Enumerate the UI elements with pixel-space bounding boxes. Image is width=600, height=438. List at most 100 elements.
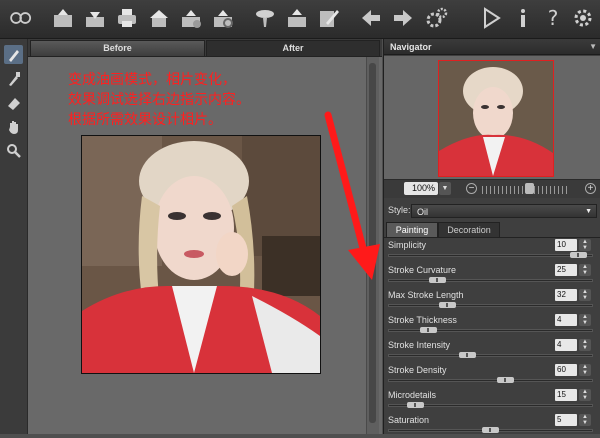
param-value-field[interactable]: 15 bbox=[555, 389, 577, 401]
stepper-icon[interactable]: ▲ ▼ bbox=[579, 314, 591, 326]
tab-decoration[interactable]: Decoration bbox=[438, 222, 500, 238]
param-label: Stroke Density bbox=[388, 365, 447, 375]
main-toolbar: ? bbox=[0, 0, 600, 39]
settings-icon[interactable] bbox=[210, 5, 236, 31]
edit-icon[interactable] bbox=[316, 5, 342, 31]
batch-icon[interactable] bbox=[178, 5, 204, 31]
param-slider[interactable] bbox=[388, 279, 593, 282]
param-slider[interactable] bbox=[388, 254, 593, 257]
zoom-in-icon[interactable]: + bbox=[585, 183, 596, 194]
param-slider-thumb[interactable] bbox=[482, 427, 499, 433]
param-label: Stroke Intensity bbox=[388, 340, 451, 350]
param-row: Stroke Density 60 ▲ ▼ bbox=[384, 364, 600, 388]
param-row: Max Stroke Length 32 ▲ ▼ bbox=[384, 289, 600, 313]
navigator-header: Navigator ▼ bbox=[384, 39, 600, 55]
param-value-field[interactable]: 5 bbox=[555, 414, 577, 426]
redo-icon[interactable] bbox=[390, 5, 416, 31]
svg-text:?: ? bbox=[548, 6, 559, 30]
param-label: Saturation bbox=[388, 415, 430, 425]
share-icon[interactable] bbox=[284, 5, 310, 31]
param-label: Stroke Thickness bbox=[388, 315, 457, 325]
stepper-icon[interactable]: ▲ ▼ bbox=[579, 364, 591, 376]
zoom-icon[interactable] bbox=[4, 141, 23, 160]
param-slider[interactable] bbox=[388, 329, 593, 332]
zoom-bar: 100% ▼ − + bbox=[384, 179, 600, 198]
brush-icon[interactable] bbox=[252, 5, 278, 31]
print-icon[interactable] bbox=[114, 5, 140, 31]
paint-tool-icon[interactable] bbox=[4, 69, 23, 88]
param-value-field[interactable]: 60 bbox=[555, 364, 577, 376]
param-slider-thumb[interactable] bbox=[497, 377, 515, 383]
panel-menu-icon[interactable]: ▼ bbox=[589, 39, 597, 55]
hand-icon[interactable] bbox=[4, 117, 23, 136]
param-row: Saturation 5 ▲ ▼ bbox=[384, 414, 600, 438]
stepper-icon[interactable]: ▲ ▼ bbox=[579, 389, 591, 401]
param-value-field[interactable]: 10 bbox=[555, 239, 577, 251]
param-slider[interactable] bbox=[388, 304, 593, 307]
param-value-field[interactable]: 4 bbox=[555, 314, 577, 326]
zoom-field[interactable]: 100% bbox=[404, 182, 438, 195]
undo-icon[interactable] bbox=[358, 5, 384, 31]
param-slider-thumb[interactable] bbox=[429, 277, 447, 283]
eraser-icon[interactable] bbox=[4, 93, 23, 112]
tab-before[interactable]: Before bbox=[30, 40, 205, 57]
navigator-title: Navigator bbox=[390, 42, 432, 52]
zoom-dropdown-icon[interactable]: ▼ bbox=[439, 182, 451, 195]
zoom-slider-thumb[interactable] bbox=[525, 183, 535, 194]
style-label: Style: bbox=[388, 205, 411, 215]
help-icon[interactable]: ? bbox=[540, 5, 566, 31]
preview-photo[interactable] bbox=[81, 135, 321, 374]
home-icon[interactable] bbox=[146, 5, 172, 31]
stepper-icon[interactable]: ▲ ▼ bbox=[579, 264, 591, 276]
param-slider-thumb[interactable] bbox=[570, 252, 588, 258]
param-row: Stroke Intensity 4 ▲ ▼ bbox=[384, 339, 600, 363]
thumbnail-image bbox=[439, 61, 553, 176]
param-value-field[interactable]: 32 bbox=[555, 289, 577, 301]
param-label: Stroke Curvature bbox=[388, 265, 457, 275]
annotation-line-1: 变成油画模式，相片变化， bbox=[68, 72, 236, 88]
param-row: Stroke Thickness 4 ▲ ▼ bbox=[384, 314, 600, 338]
param-row: Stroke Curvature 25 ▲ ▼ bbox=[384, 264, 600, 288]
zoom-out-icon[interactable]: − bbox=[466, 183, 477, 194]
stepper-icon[interactable]: ▲ ▼ bbox=[579, 239, 591, 251]
tools-panel bbox=[0, 39, 28, 434]
param-label: Simplicity bbox=[388, 240, 427, 250]
brush-tool-icon[interactable] bbox=[4, 45, 23, 64]
play-icon[interactable] bbox=[478, 5, 504, 31]
tab-after[interactable]: After bbox=[206, 40, 380, 57]
annotation-line-2: 效果调试选择右边指示内容。 bbox=[68, 92, 250, 108]
param-row: Microdetails 15 ▲ ▼ bbox=[384, 389, 600, 413]
param-slider-thumb[interactable] bbox=[419, 327, 437, 333]
param-slider[interactable] bbox=[388, 379, 593, 382]
open-icon[interactable] bbox=[50, 5, 76, 31]
preferences-icon[interactable] bbox=[570, 5, 596, 31]
stepper-icon[interactable]: ▲ ▼ bbox=[579, 414, 591, 426]
param-label: Microdetails bbox=[388, 390, 437, 400]
info-icon[interactable] bbox=[510, 5, 536, 31]
annotation-line-3: 根据所需效果设计相片。 bbox=[68, 112, 222, 128]
param-slider[interactable] bbox=[388, 354, 593, 357]
red-arrow-annotation bbox=[324, 111, 380, 280]
navigator-thumbnail[interactable] bbox=[438, 60, 554, 177]
portrait-image bbox=[82, 136, 320, 373]
chevron-down-icon: ▼ bbox=[585, 208, 592, 215]
param-value-field[interactable]: 4 bbox=[555, 339, 577, 351]
tab-painting[interactable]: Painting bbox=[386, 222, 438, 237]
param-label: Max Stroke Length bbox=[388, 290, 464, 300]
gears-icon[interactable] bbox=[424, 5, 450, 31]
param-value-field[interactable]: 25 bbox=[555, 264, 577, 276]
before-after-tabs: Before After bbox=[28, 39, 382, 57]
logo-icon bbox=[4, 5, 38, 31]
settings-tabs: Painting Decoration bbox=[384, 221, 600, 238]
param-slider-thumb[interactable] bbox=[438, 302, 456, 308]
style-row: Style: Oil ▼ bbox=[384, 202, 600, 220]
style-select[interactable]: Oil ▼ bbox=[411, 204, 597, 218]
navigator-view[interactable] bbox=[384, 56, 600, 179]
save-icon[interactable] bbox=[82, 5, 108, 31]
param-slider-thumb[interactable] bbox=[459, 352, 477, 358]
param-row: Simplicity 10 ▲ ▼ bbox=[384, 239, 600, 263]
stepper-icon[interactable]: ▲ ▼ bbox=[579, 289, 591, 301]
param-slider-thumb[interactable] bbox=[406, 402, 424, 408]
stepper-icon[interactable]: ▲ ▼ bbox=[579, 339, 591, 351]
settings-panel: Navigator ▼ 100% ▼ − + Style: Oil ▼ Pain… bbox=[383, 39, 600, 434]
